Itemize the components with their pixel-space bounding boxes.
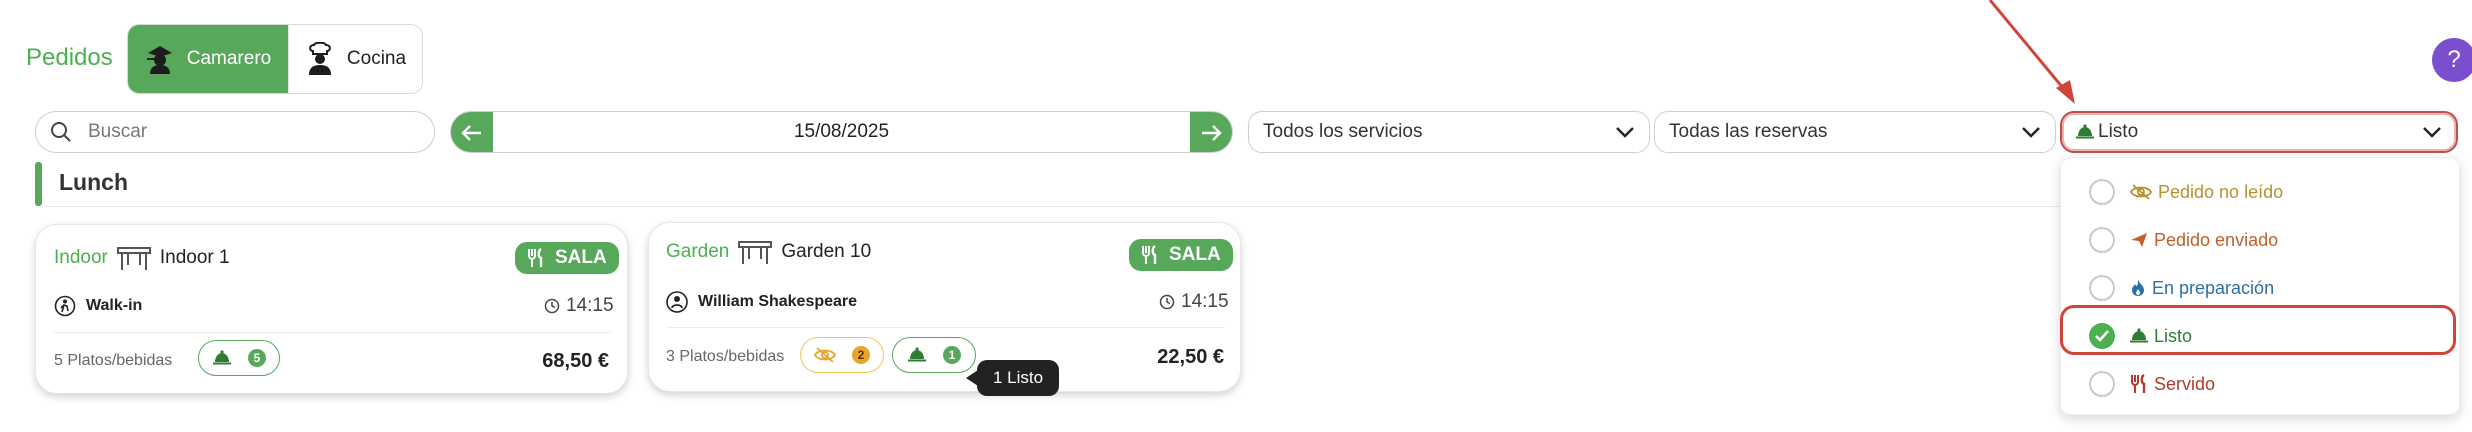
card-location: Garden Garden 10 <box>666 239 871 265</box>
order-total: 22,50 € <box>1157 346 1224 368</box>
table-icon <box>116 245 152 271</box>
order-card[interactable]: Indoor Indoor 1 SALA Walk-in 14:15 5 Pla… <box>35 224 628 394</box>
status-option-unread[interactable]: Pedido no leído <box>2061 168 2461 216</box>
utensils-icon <box>1142 245 1157 264</box>
flame-icon <box>2132 280 2144 296</box>
walk-in-icon <box>54 295 76 317</box>
card-divider <box>54 332 611 333</box>
order-total: 68,50 € <box>542 350 609 372</box>
guest-name: Walk-in <box>86 297 143 314</box>
arrow-left-icon <box>461 125 481 141</box>
radio-unchecked[interactable] <box>2089 179 2115 205</box>
role-switch: Camarero Cocina <box>127 24 423 94</box>
waiter-icon <box>145 43 175 75</box>
zone-name: Indoor <box>54 247 108 268</box>
chef-icon <box>305 42 335 76</box>
chevron-down-icon <box>2423 127 2441 138</box>
date-navigator: 15/08/2025 <box>450 111 1233 153</box>
eye-slash-icon <box>814 347 836 363</box>
cloche-icon <box>213 350 231 365</box>
guest-row: William Shakespeare <box>666 291 857 313</box>
tab-camarero[interactable]: Camarero <box>128 25 288 93</box>
utensils-icon <box>2131 374 2146 393</box>
tab-cocina[interactable]: Cocina <box>288 25 422 93</box>
guest-name: William Shakespeare <box>698 293 858 310</box>
card-location: Indoor Indoor 1 <box>54 245 230 271</box>
guest-row: Walk-in <box>54 295 142 317</box>
search-field[interactable]: Buscar <box>35 111 435 153</box>
chevron-down-icon <box>2022 127 2040 138</box>
radio-unchecked[interactable] <box>2089 227 2115 253</box>
order-time: 14:15 <box>544 295 614 317</box>
status-option-served[interactable]: Servido <box>2061 360 2461 408</box>
status-select[interactable]: Listo <box>2060 111 2458 153</box>
status-option-label: Servido <box>2154 373 2216 394</box>
search-placeholder: Buscar <box>88 121 148 142</box>
help-button[interactable]: ? <box>2432 38 2472 82</box>
table-icon <box>737 239 773 265</box>
unread-status-pill[interactable]: 2 <box>800 337 884 373</box>
tab-camarero-label: Camarero <box>186 48 272 69</box>
status-option-label: En preparación <box>2152 277 2275 298</box>
date-display[interactable]: 15/08/2025 <box>493 112 1190 152</box>
status-dropdown-menu: Pedido no leído Pedido enviado En prepar… <box>2060 157 2460 415</box>
table-name: Indoor 1 <box>159 247 230 268</box>
arrow-right-icon <box>1202 125 1222 141</box>
app-window: Pedidos Camarero Cocina ? Buscar 15/08/2… <box>0 0 2472 432</box>
status-tooltip: 1 Listo <box>977 360 1059 396</box>
time-value: 14:15 <box>566 295 614 316</box>
items-count: 3 Platos/bebidas <box>666 348 785 365</box>
next-date-button[interactable] <box>1190 112 1232 152</box>
chevron-down-icon <box>1616 127 1634 138</box>
status-option-sent[interactable]: Pedido enviado <box>2061 216 2461 264</box>
cloche-icon <box>908 347 926 362</box>
reservations-select[interactable]: Todas las reservas <box>1654 111 2056 153</box>
services-select[interactable]: Todos los servicios <box>1248 111 1650 153</box>
utensils-icon <box>528 248 543 267</box>
tab-cocina-label: Cocina <box>346 48 407 69</box>
unread-count-badge: 2 <box>852 346 870 364</box>
order-time: 14:15 <box>1159 291 1229 313</box>
items-count: 5 Platos/bebidas <box>54 352 173 369</box>
section-marker <box>35 162 42 206</box>
ready-status-pill[interactable]: 5 <box>198 340 280 376</box>
time-value: 14:15 <box>1181 291 1229 312</box>
status-option-label: Pedido enviado <box>2154 229 2279 250</box>
room-badge: SALA <box>515 242 619 274</box>
search-icon <box>50 121 72 143</box>
card-divider <box>666 327 1225 328</box>
status-select-value: Listo <box>2098 121 2139 142</box>
zone-name: Garden <box>666 241 730 262</box>
guest-icon <box>666 291 688 313</box>
clock-icon <box>1159 294 1175 310</box>
room-badge-label: SALA <box>1169 244 1221 265</box>
section-title: Lunch <box>59 169 128 195</box>
prev-date-button[interactable] <box>451 112 493 152</box>
table-name: Garden 10 <box>781 241 872 262</box>
order-card[interactable]: Garden Garden 10 SALA William Shakespear… <box>648 222 1241 392</box>
services-select-value: Todos los servicios <box>1263 121 1423 142</box>
room-badge-label: SALA <box>555 247 607 268</box>
ready-count-badge: 5 <box>248 349 266 367</box>
eye-slash-icon <box>2130 184 2152 200</box>
section-divider <box>42 206 2062 207</box>
cloche-icon <box>2076 124 2094 140</box>
annotation-arrow <box>1988 0 2075 104</box>
radio-unchecked[interactable] <box>2089 371 2115 397</box>
ready-count-badge: 1 <box>943 346 961 364</box>
page-title: Pedidos <box>26 44 113 71</box>
clock-icon <box>544 298 560 314</box>
radio-unchecked[interactable] <box>2089 275 2115 301</box>
status-option-label: Pedido no leído <box>2158 181 2284 202</box>
room-badge: SALA <box>1129 239 1233 271</box>
selected-option-highlight <box>2060 305 2456 355</box>
reservations-select-value: Todas las reservas <box>1669 121 1828 142</box>
paper-plane-icon <box>2131 233 2147 247</box>
ready-status-pill[interactable]: 1 <box>892 337 976 373</box>
